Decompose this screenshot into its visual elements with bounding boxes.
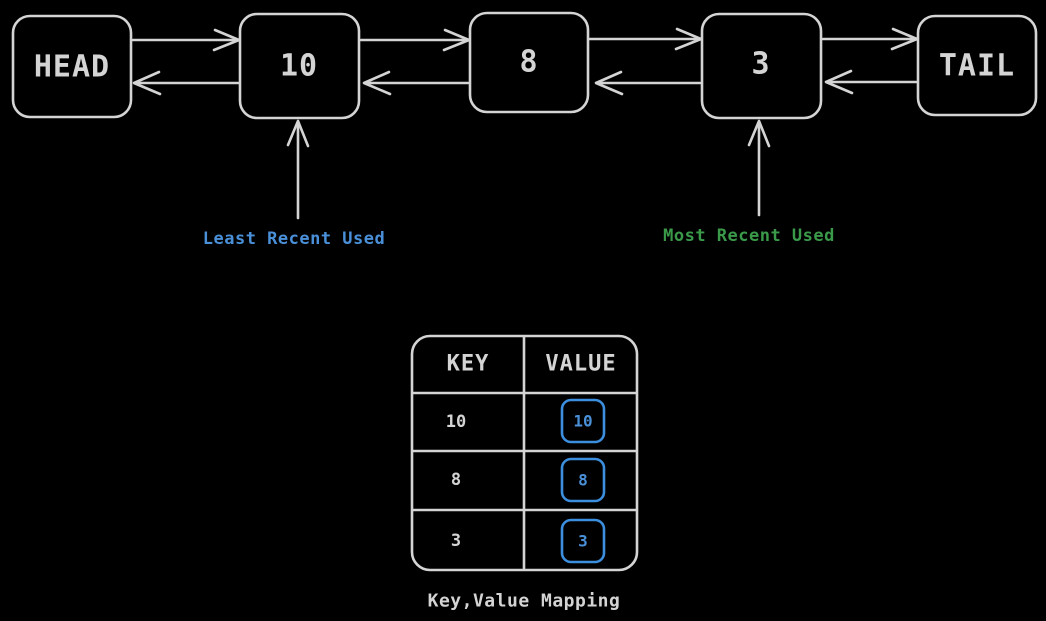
edge-node1-to-node0-backward [362, 70, 470, 96]
list-node-0-label: 10 [280, 49, 318, 84]
table-cell-value-0: 10 [573, 412, 592, 431]
table-header-value: VALUE [545, 352, 616, 377]
list-node-1[interactable]: 8 [468, 11, 590, 114]
list-node-head[interactable]: HEAD [11, 14, 133, 119]
tail-node-label: TAIL [939, 49, 1015, 84]
lru-cache-diagram: HEAD 10 8 3 TAIL Least Recent Used Most … [11, 11, 1038, 612]
table-cell-key-1: 8 [451, 470, 461, 490]
edge-node2-to-node1-backward [594, 70, 702, 96]
mru-pointer-arrow [747, 119, 771, 217]
list-node-0[interactable]: 10 [238, 12, 361, 120]
edge-tail-to-node2-backward [824, 69, 918, 95]
table-cell-value-2: 3 [578, 532, 588, 551]
table-header-key: KEY [447, 352, 490, 377]
list-node-2[interactable]: 3 [700, 12, 823, 120]
list-node-2-label: 3 [751, 47, 770, 82]
least-recent-used-label: Least Recent Used [203, 229, 386, 249]
edge-node0-to-head-backward [132, 70, 240, 96]
table-cell-key-0: 10 [446, 412, 466, 432]
edge-node2-to-tail-forward [821, 27, 919, 51]
head-node-label: HEAD [34, 50, 110, 85]
edge-node0-to-node1-forward [359, 28, 471, 52]
list-node-1-label: 8 [519, 45, 538, 80]
table-cell-key-2: 3 [451, 531, 461, 551]
list-node-tail[interactable]: TAIL [916, 14, 1038, 117]
edge-node1-to-node2-forward [588, 27, 703, 51]
table-caption: Key,Value Mapping [428, 591, 621, 612]
lru-pointer-arrow [286, 119, 310, 220]
key-value-table: KEY VALUE 10 10 8 8 3 3 [410, 334, 639, 572]
edge-head-to-node0-forward [131, 28, 241, 52]
most-recent-used-label: Most Recent Used [663, 226, 835, 246]
table-cell-value-1: 8 [578, 471, 588, 490]
